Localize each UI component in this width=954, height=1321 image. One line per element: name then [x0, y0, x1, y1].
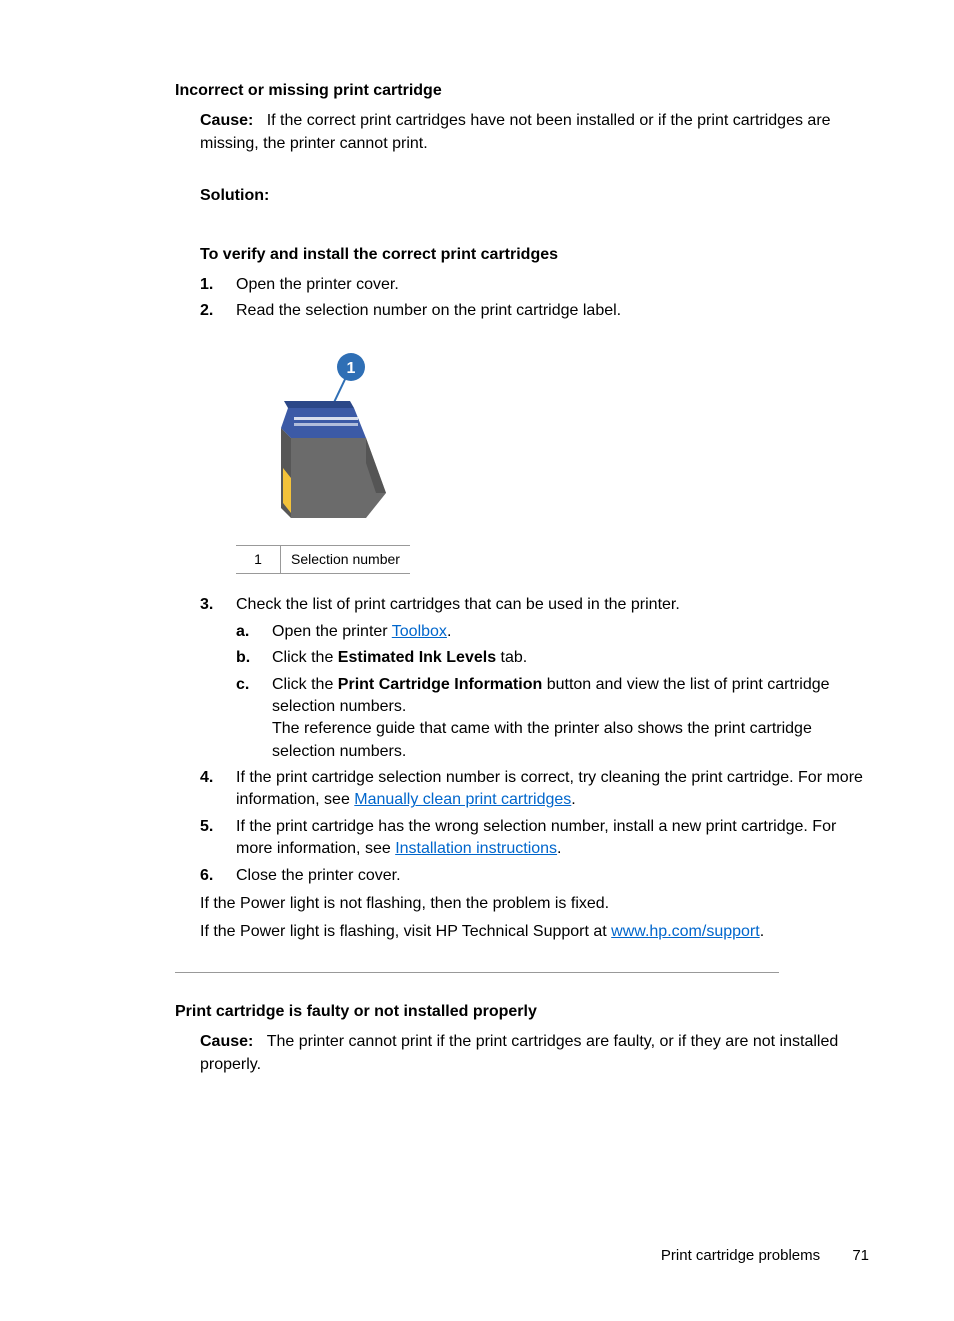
after-para-1: If the Power light is not flashing, then… [200, 893, 874, 915]
footer-text: Print cartridge problems [661, 1247, 820, 1264]
step-3: 3. Check the list of print cartridges th… [236, 594, 874, 763]
step-4: 4. If the print cartridge selection numb… [236, 767, 874, 812]
cause2-text: The printer cannot print if the print ca… [200, 1033, 838, 1072]
substep-c-line2: The reference guide that came with the p… [272, 718, 874, 763]
substep-text: Click the [272, 676, 338, 693]
step-2: 2. Read the selection number on the prin… [236, 300, 874, 322]
page-footer: Print cartridge problems 71 [661, 1245, 869, 1266]
substep-text: Click the [272, 649, 338, 666]
step-6: 6. Close the printer cover. [236, 865, 874, 887]
cartridge-icon: 1 [236, 343, 426, 533]
steps-heading: To verify and install the correct print … [200, 244, 874, 266]
step-number: 3. [200, 594, 213, 616]
substep-letter: a. [236, 621, 249, 643]
step-number: 1. [200, 274, 213, 296]
after2-post: . [760, 923, 764, 940]
step-number: 4. [200, 767, 213, 789]
bold-tab-name: Estimated Ink Levels [338, 649, 496, 666]
toolbox-link[interactable]: Toolbox [392, 623, 447, 640]
substep-c: c. Click the Print Cartridge Information… [272, 674, 874, 764]
cartridge-figure: 1 1 [236, 343, 874, 575]
heading-incorrect-cartridge: Incorrect or missing print cartridge [175, 80, 874, 102]
step-text: Open the printer cover. [236, 276, 399, 293]
page-number: 71 [852, 1247, 869, 1264]
page: Incorrect or missing print cartridge Cau… [0, 0, 954, 1321]
step-text: Check the list of print cartridges that … [236, 596, 680, 613]
cause-paragraph: Cause: If the correct print cartridges h… [200, 110, 874, 155]
step-post: . [557, 840, 561, 857]
substep-letter: c. [236, 674, 249, 696]
callout-text: Selection number [281, 545, 410, 574]
steps-list-cont: 3. Check the list of print cartridges th… [200, 594, 874, 887]
installation-link[interactable]: Installation instructions [395, 840, 557, 857]
cause-text: If the correct print cartridges have not… [200, 112, 831, 151]
substep-b: b. Click the Estimated Ink Levels tab. [272, 647, 874, 669]
divider [175, 972, 779, 973]
step-5: 5. If the print cartridge has the wrong … [236, 816, 874, 861]
steps-list: 1. Open the printer cover. 2. Read the s… [200, 274, 874, 323]
substep-post: . [447, 623, 451, 640]
substep-a: a. Open the printer Toolbox. [272, 621, 874, 643]
clean-cartridges-link[interactable]: Manually clean print cartridges [354, 791, 571, 808]
substep-post: tab. [496, 649, 527, 666]
after-para-2: If the Power light is flashing, visit HP… [200, 921, 874, 943]
step-1: 1. Open the printer cover. [236, 274, 874, 296]
solution-label: Solution: [200, 185, 874, 207]
step-text: Close the printer cover. [236, 867, 401, 884]
cause-label: Cause: [200, 112, 253, 129]
hp-support-link[interactable]: www.hp.com/support [611, 923, 760, 940]
step-post: . [571, 791, 575, 808]
step-number: 2. [200, 300, 213, 322]
cause2-paragraph: Cause: The printer cannot print if the p… [200, 1031, 874, 1076]
substep-letter: b. [236, 647, 250, 669]
substeps: a. Open the printer Toolbox. b. Click th… [236, 621, 874, 763]
step-number: 6. [200, 865, 213, 887]
heading-faulty-cartridge: Print cartridge is faulty or not install… [175, 1001, 874, 1023]
step-text: Read the selection number on the print c… [236, 302, 621, 319]
cause2-label: Cause: [200, 1033, 253, 1050]
svg-text:1: 1 [347, 360, 356, 377]
substep-text: Open the printer [272, 623, 392, 640]
bold-button-name: Print Cartridge Information [338, 676, 542, 693]
callout-num: 1 [236, 545, 281, 574]
step-number: 5. [200, 816, 213, 838]
after2-pre: If the Power light is flashing, visit HP… [200, 923, 611, 940]
callout-table: 1 Selection number [236, 545, 410, 575]
